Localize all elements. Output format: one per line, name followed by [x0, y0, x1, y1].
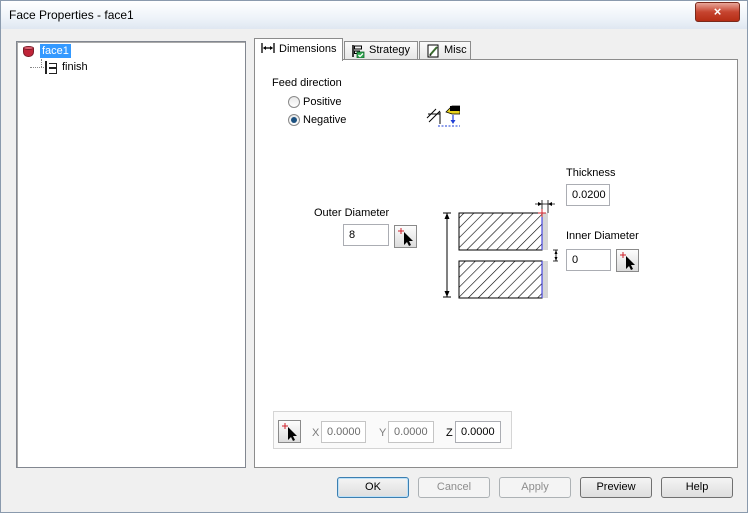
- x-field[interactable]: 0.0000: [321, 421, 366, 443]
- tree-connector: [30, 67, 44, 68]
- inner-diameter-label: Inner Diameter: [566, 230, 639, 242]
- face-section-diagram: [443, 200, 558, 299]
- tree-connector: [41, 59, 42, 67]
- z-label: Z: [446, 427, 453, 439]
- title-bar[interactable]: Face Properties - face1 ×: [1, 1, 747, 29]
- tab-label: Strategy: [369, 44, 410, 56]
- operation-tree[interactable]: face1 finish: [16, 41, 246, 468]
- tab-misc[interactable]: Misc: [419, 41, 471, 60]
- radio-negative-label[interactable]: Negative: [303, 114, 346, 126]
- z-field[interactable]: 0.0000: [455, 421, 501, 443]
- radio-negative[interactable]: [288, 114, 300, 126]
- window-title: Face Properties - face1: [9, 8, 134, 22]
- feed-direction-icon: [426, 105, 460, 127]
- pick-outer-diameter-button[interactable]: [394, 225, 417, 248]
- radio-positive-label[interactable]: Positive: [303, 96, 342, 108]
- outer-diameter-label: Outer Diameter: [314, 207, 390, 219]
- thickness-field[interactable]: 0.0200: [566, 184, 610, 206]
- y-field[interactable]: 0.0000: [388, 421, 434, 443]
- database-icon: [23, 46, 34, 58]
- tab-strategy[interactable]: Strategy: [344, 41, 418, 60]
- strategy-icon: [352, 45, 365, 58]
- tab-label: Dimensions: [279, 43, 337, 55]
- tree-item-finish[interactable]: finish: [62, 61, 88, 73]
- thickness-label: Thickness: [566, 167, 616, 179]
- ok-button[interactable]: OK: [337, 477, 409, 498]
- pick-cursor-icon: [398, 228, 413, 246]
- tab-label: Misc: [444, 44, 467, 56]
- x-label: X: [312, 427, 320, 439]
- dimensions-icon: [261, 43, 275, 53]
- toolpath-icon: [45, 61, 57, 74]
- outer-diameter-field[interactable]: 8: [343, 224, 389, 246]
- radio-positive[interactable]: [288, 96, 300, 108]
- tree-item-face1[interactable]: face1: [40, 44, 71, 58]
- preview-button[interactable]: Preview: [580, 477, 652, 498]
- apply-button[interactable]: Apply: [499, 477, 571, 498]
- inner-diameter-field[interactable]: 0: [566, 249, 611, 271]
- close-button[interactable]: ×: [695, 2, 740, 22]
- tab-dimensions[interactable]: Dimensions: [254, 38, 343, 61]
- pick-cursor-icon: [282, 423, 297, 441]
- close-icon: ×: [713, 4, 722, 19]
- face-properties-window: Face Properties - face1 × face1 finish D…: [0, 0, 748, 513]
- pick-inner-diameter-button[interactable]: [616, 249, 639, 272]
- feed-direction-label: Feed direction: [272, 77, 342, 89]
- help-button[interactable]: Help: [661, 477, 733, 498]
- cancel-button[interactable]: Cancel: [418, 477, 490, 498]
- pick-cursor-icon: [620, 252, 635, 270]
- misc-icon: [427, 44, 439, 58]
- pick-point-button[interactable]: [278, 420, 301, 443]
- y-label: Y: [379, 427, 387, 439]
